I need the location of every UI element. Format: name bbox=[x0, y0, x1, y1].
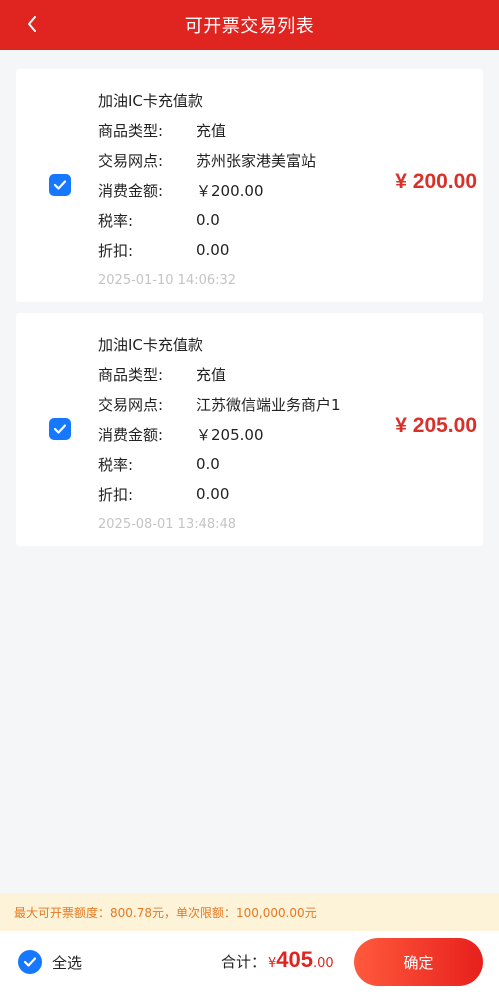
checkmark-icon bbox=[23, 957, 37, 967]
confirm-button[interactable]: 确定 bbox=[354, 938, 483, 986]
amount-label: 消费金额: bbox=[98, 425, 164, 444]
product-type-row: 商品类型: 充值 bbox=[98, 115, 316, 145]
total-label: 合计： bbox=[221, 953, 267, 971]
bottom-action-bar: 全选 合计： ¥ 405 .00 确定 bbox=[0, 931, 499, 1005]
transaction-time: 2025-01-10 14:06:32 bbox=[98, 272, 237, 288]
discount-label: 折扣: bbox=[98, 485, 134, 504]
tax-rate-value: 0.0 bbox=[196, 211, 220, 229]
tax-rate-row: 税率: 0.0 bbox=[98, 205, 316, 235]
total-integer: 405 bbox=[276, 947, 314, 972]
transaction-checkbox[interactable] bbox=[49, 174, 71, 196]
transaction-card[interactable]: 加油IC卡充值款 商品类型: 充值 交易网点: 苏州张家港美富站 消费金额: ￥… bbox=[16, 69, 483, 302]
transaction-info: 加油IC卡充值款 商品类型: 充值 交易网点: 江苏微信端业务商户1 消费金额:… bbox=[98, 329, 341, 535]
tax-rate-label: 税率: bbox=[98, 211, 134, 230]
transaction-total-amount: ¥ 205.00 bbox=[395, 414, 477, 437]
page-title: 可开票交易列表 bbox=[184, 16, 315, 37]
transaction-total-amount: ¥ 200.00 bbox=[395, 170, 477, 193]
outlet-label: 交易网点: bbox=[98, 151, 164, 170]
chevron-left-icon bbox=[28, 16, 36, 32]
outlet-row: 交易网点: 江苏微信端业务商户1 bbox=[98, 389, 341, 419]
discount-row: 折扣: 0.00 bbox=[98, 479, 341, 509]
discount-label: 折扣: bbox=[98, 241, 134, 260]
product-type-label: 商品类型: bbox=[98, 121, 164, 140]
transaction-checkbox[interactable] bbox=[49, 418, 71, 440]
invoice-limit-notice: 最大可开票额度：800.78元，单次限额：100,000.00元 bbox=[0, 893, 499, 931]
top-bar: 可开票交易列表 bbox=[0, 0, 499, 50]
tax-rate-value: 0.0 bbox=[196, 455, 220, 473]
total-amount: 合计： ¥ 405 .00 bbox=[221, 947, 334, 973]
discount-row: 折扣: 0.00 bbox=[98, 235, 316, 265]
tax-rate-row: 税率: 0.0 bbox=[98, 449, 341, 479]
amount-label: 消费金额: bbox=[98, 181, 164, 200]
discount-value: 0.00 bbox=[196, 485, 230, 503]
checkmark-icon bbox=[53, 180, 67, 190]
select-all-checkbox[interactable] bbox=[18, 950, 42, 974]
back-button[interactable] bbox=[18, 10, 46, 38]
transaction-time: 2025-08-01 13:48:48 bbox=[98, 516, 237, 532]
tax-rate-label: 税率: bbox=[98, 455, 134, 474]
checkmark-icon bbox=[53, 424, 67, 434]
product-type-row: 商品类型: 充值 bbox=[98, 359, 341, 389]
outlet-value: 江苏微信端业务商户1 bbox=[196, 395, 341, 414]
select-all-toggle[interactable]: 全选 bbox=[18, 950, 82, 974]
transaction-card[interactable]: 加油IC卡充值款 商品类型: 充值 交易网点: 江苏微信端业务商户1 消费金额:… bbox=[16, 313, 483, 546]
amount-row: 消费金额: ￥200.00 bbox=[98, 175, 316, 205]
outlet-label: 交易网点: bbox=[98, 395, 164, 414]
amount-value: ￥205.00 bbox=[196, 425, 264, 444]
product-type-value: 充值 bbox=[196, 121, 227, 140]
total-currency: ¥ bbox=[268, 956, 277, 971]
transaction-title: 加油IC卡充值款 bbox=[98, 335, 203, 354]
product-type-value: 充值 bbox=[196, 365, 227, 384]
select-all-label: 全选 bbox=[52, 953, 83, 972]
outlet-value: 苏州张家港美富站 bbox=[196, 151, 317, 170]
amount-row: 消费金额: ￥205.00 bbox=[98, 419, 341, 449]
amount-value: ￥200.00 bbox=[196, 181, 264, 200]
product-type-label: 商品类型: bbox=[98, 365, 164, 384]
transaction-info: 加油IC卡充值款 商品类型: 充值 交易网点: 苏州张家港美富站 消费金额: ￥… bbox=[98, 85, 316, 291]
total-decimal: .00 bbox=[313, 956, 334, 971]
transaction-title: 加油IC卡充值款 bbox=[98, 91, 203, 110]
discount-value: 0.00 bbox=[196, 241, 230, 259]
outlet-row: 交易网点: 苏州张家港美富站 bbox=[98, 145, 316, 175]
